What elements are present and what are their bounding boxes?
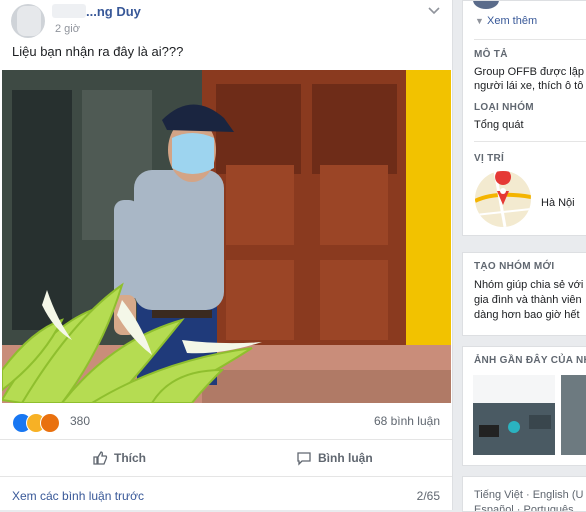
description-line-1: Group OFFB được lập [474, 66, 584, 78]
create-group-title: TẠO NHÓM MỚI [474, 261, 555, 272]
language-line-2[interactable]: Español · Português [474, 504, 574, 511]
location-map-thumbnail[interactable] [475, 171, 531, 227]
post-header: ...ng Duy 2 giờ Liệu bạn nhận ra đây là … [0, 0, 452, 70]
view-more-comments-link[interactable]: Xem các bình luận trước [12, 489, 144, 503]
create-group-line-1: Nhóm giúp chia sẻ với [474, 279, 584, 291]
post-card: ...ng Duy 2 giờ Liệu bạn nhận ra đây là … [0, 0, 453, 510]
description-line-2: người lái xe, thích ô tô [474, 80, 584, 92]
language-card: Tiếng Việt · English (U Español · Portug… [462, 476, 586, 512]
author-name[interactable]: ...ng Duy [86, 4, 141, 19]
reactions-bar: 380 68 bình luận [0, 403, 452, 440]
create-group-card: TẠO NHÓM MỚI Nhóm giúp chia sẻ với gia đ… [462, 252, 586, 336]
create-group-line-2: gia đình và thành viên [474, 294, 582, 306]
group-type-value: Tổng quát [474, 119, 524, 131]
divider [474, 141, 586, 142]
comment-button[interactable]: Bình luận [296, 450, 373, 466]
recent-photo-1[interactable] [473, 375, 555, 455]
comment-icon [297, 452, 311, 466]
like-label: Thích [114, 451, 146, 465]
language-line-1[interactable]: Tiếng Việt · English (U [474, 489, 583, 501]
comment-count-link[interactable]: 68 bình luận [374, 414, 440, 428]
create-group-line-3: dàng hơn bao giờ hết [474, 309, 580, 321]
author-avatar[interactable] [11, 4, 45, 38]
see-more-link[interactable]: Xem thêm [487, 15, 537, 27]
recent-photos-card: ẢNH GẦN ĐÂY CỦA NH [462, 346, 586, 466]
group-info-card: ▼ Xem thêm MÔ TẢ Group OFFB được lập ngư… [462, 0, 586, 236]
location-value[interactable]: Hà Nội [541, 197, 575, 209]
chevron-down-small-icon: ▼ [475, 16, 484, 26]
blurred-name [52, 4, 86, 18]
divider [474, 39, 586, 40]
right-sidebar: ▼ Xem thêm MÔ TẢ Group OFFB được lập ngư… [462, 0, 586, 512]
recent-photos-title: ẢNH GẦN ĐÂY CỦA NH [474, 355, 586, 366]
reaction-icons[interactable] [12, 413, 68, 433]
recent-photo-2[interactable] [561, 375, 586, 455]
reaction-count[interactable]: 380 [70, 414, 90, 428]
see-more-row[interactable]: ▼ Xem thêm [475, 15, 537, 27]
thumbs-up-icon [93, 451, 108, 465]
chevron-down-icon[interactable] [426, 4, 442, 18]
like-button[interactable]: Thích [92, 450, 146, 466]
description-title: MÔ TẢ [474, 49, 508, 60]
post-photo[interactable] [2, 70, 451, 403]
comment-label: Bình luận [318, 451, 373, 465]
post-timestamp[interactable]: 2 giờ [55, 23, 80, 35]
post-text: Liệu bạn nhận ra đây là ai??? [12, 44, 184, 59]
location-title: VỊ TRÍ [474, 153, 505, 164]
post-actions: Thích Bình luận [0, 440, 452, 477]
comment-pager: 2/65 [416, 489, 440, 503]
group-type-title: LOẠI NHÓM [474, 102, 534, 113]
member-avatar [473, 1, 499, 9]
angry-reaction-icon [40, 413, 60, 433]
